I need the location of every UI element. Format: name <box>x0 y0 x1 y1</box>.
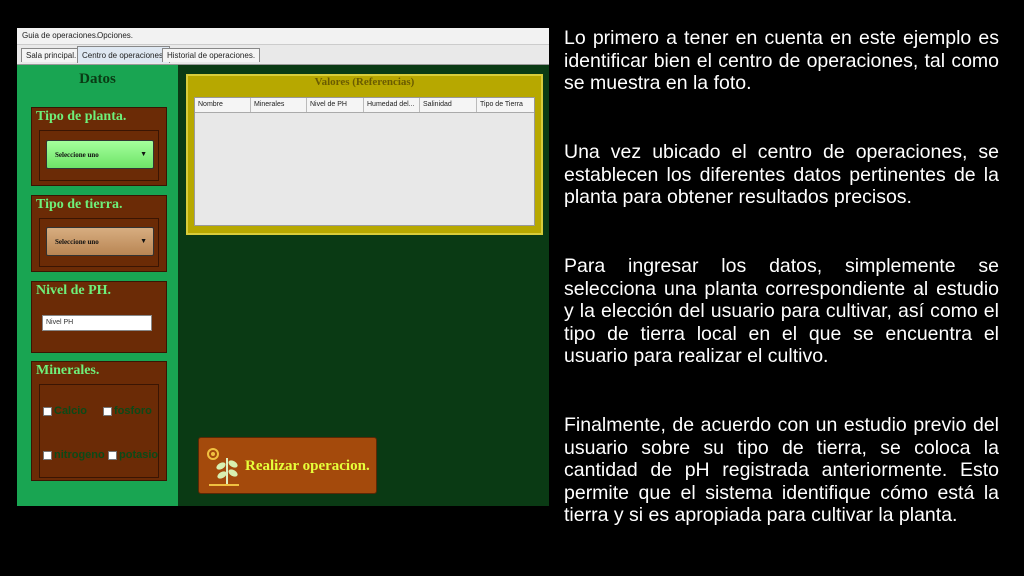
tab-centro-operaciones[interactable]: Centro de operaciones. <box>77 46 171 63</box>
checkbox-nitrogeno-label: nitrogeno <box>54 449 105 461</box>
tipo-tierra-inner: Seleccione uno ▼ <box>39 218 159 267</box>
checkbox-calcio[interactable]: Calcio <box>43 405 87 417</box>
column-header[interactable]: Minerales <box>251 98 307 112</box>
valores-panel: Valores (Referencias) Nombre Minerales N… <box>186 74 543 235</box>
checkbox-box[interactable] <box>43 450 52 460</box>
tab-bar: Sala principal. Centro de operaciones. H… <box>17 45 549 65</box>
minerales-title: Minerales. <box>36 363 100 378</box>
tipo-tierra-combo[interactable]: Seleccione uno ▼ <box>46 227 154 256</box>
menu-opciones[interactable]: Opciones. <box>97 31 133 40</box>
chevron-down-icon: ▼ <box>140 237 147 245</box>
valores-title: Valores (Referencias) <box>314 76 415 88</box>
menu-guia[interactable]: Guia de operaciones. <box>22 31 98 40</box>
paragraph-2: Una vez ubicado el centro de operaciones… <box>564 141 999 209</box>
menu-bar: Guia de operaciones. Opciones. <box>17 28 549 45</box>
paragraph-3: Para ingresar los datos, simplemente se … <box>564 255 999 368</box>
realizar-operacion-label: Realizar operacion. <box>245 458 370 474</box>
checkbox-nitrogeno[interactable]: nitrogeno <box>43 449 105 461</box>
plant-icon <box>207 448 239 486</box>
tipo-planta-title: Tipo de planta. <box>36 109 127 124</box>
column-header[interactable]: Salinidad <box>420 98 477 112</box>
datos-panel: Datos Tipo de planta. Seleccione uno ▼ T… <box>17 65 178 506</box>
paragraph-text: Para ingresar los datos, simplemente se … <box>564 255 999 367</box>
datos-title: Datos <box>79 71 116 87</box>
column-header[interactable]: Humedad del... <box>364 98 420 112</box>
tipo-tierra-section: Tipo de tierra. Seleccione uno ▼ <box>31 195 167 272</box>
checkbox-box[interactable] <box>103 406 112 416</box>
paragraph-text: Finalmente, de acuerdo con un estudio pr… <box>564 414 999 526</box>
minerales-inner <box>39 384 159 478</box>
paragraph-text: Una vez ubicado el centro de operaciones… <box>564 141 999 208</box>
valores-table[interactable]: Nombre Minerales Nivel de PH Humedad del… <box>194 97 535 226</box>
chevron-down-icon: ▼ <box>140 150 147 158</box>
nivel-ph-title: Nivel de PH. <box>36 283 112 298</box>
tipo-planta-combo-value: Seleccione uno <box>55 151 99 159</box>
tipo-planta-section: Tipo de planta. Seleccione uno ▼ <box>31 107 167 186</box>
tab-sala-principal[interactable]: Sala principal. <box>21 48 82 62</box>
checkbox-potasio-label: potasio <box>119 449 159 461</box>
checkbox-fosforo-label: fosforo <box>114 405 152 417</box>
column-header[interactable]: Tipo de Tierra <box>477 98 534 112</box>
checkbox-fosforo[interactable]: fosforo <box>103 405 152 417</box>
tipo-tierra-combo-value: Seleccione uno <box>55 238 99 246</box>
paragraph-text: Lo primero a tener en cuenta en este eje… <box>564 27 999 94</box>
checkbox-box[interactable] <box>43 406 52 416</box>
tab-historial[interactable]: Historial de operaciones. <box>162 48 261 62</box>
nivel-ph-input[interactable]: Nivel PH <box>42 315 152 331</box>
column-header[interactable]: Nivel de PH <box>307 98 364 112</box>
checkbox-calcio-label: Calcio <box>54 405 88 417</box>
tipo-tierra-title: Tipo de tierra. <box>36 197 123 212</box>
checkbox-box[interactable] <box>108 450 117 460</box>
tipo-planta-inner: Seleccione uno ▼ <box>39 130 159 181</box>
minerales-section: Minerales. Calcio fosforo nitrogeno pota… <box>31 361 167 481</box>
paragraph-4: Finalmente, de acuerdo con un estudio pr… <box>564 414 999 527</box>
checkbox-potasio[interactable]: potasio <box>108 449 158 461</box>
table-header: Nombre Minerales Nivel de PH Humedad del… <box>195 98 534 113</box>
realizar-operacion-button[interactable]: Realizar operacion. <box>198 437 377 494</box>
paragraph-1: Lo primero a tener en cuenta en este eje… <box>564 27 999 95</box>
nivel-ph-section: Nivel de PH. Nivel PH <box>31 281 167 353</box>
tipo-planta-combo[interactable]: Seleccione uno ▼ <box>46 140 154 169</box>
column-header[interactable]: Nombre <box>195 98 251 112</box>
app-window: Guia de operaciones. Opciones. Sala prin… <box>17 28 549 506</box>
